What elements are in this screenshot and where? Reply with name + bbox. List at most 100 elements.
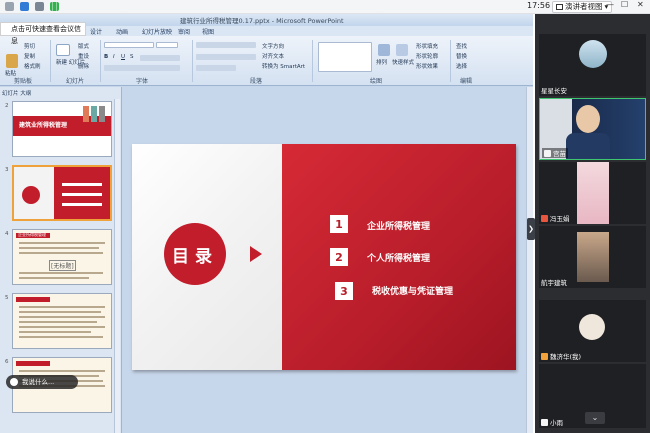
quick-styles-icon[interactable]	[396, 44, 408, 56]
arrow-icon	[250, 246, 262, 262]
shape-outline-button[interactable]: 形状轮廓	[416, 52, 438, 60]
bold-button[interactable]: B	[104, 54, 108, 60]
align-tools[interactable]	[196, 54, 256, 60]
tab-review[interactable]: 审阅	[178, 27, 190, 36]
uniform	[566, 133, 610, 159]
tab-design[interactable]: 设计	[90, 27, 102, 36]
group-clipboard-label: 剪贴板	[14, 78, 33, 85]
menu-icon[interactable]	[5, 2, 14, 11]
avatar	[579, 314, 605, 340]
chevron-down-icon[interactable]: ⌄	[585, 412, 605, 424]
canvas-scrollbar[interactable]	[526, 87, 533, 433]
participant-label: 宫苗	[542, 148, 568, 158]
grid-icon	[556, 4, 563, 10]
arrange-icon[interactable]	[378, 44, 390, 56]
group-editing-label: 编辑	[460, 78, 473, 85]
text-direction-button[interactable]: 文字方向	[262, 42, 284, 50]
thumb-text-line	[19, 252, 103, 254]
shield-icon[interactable]	[20, 2, 29, 11]
delete-button[interactable]: 删除	[78, 62, 89, 70]
new-slide-icon[interactable]	[56, 44, 70, 56]
participant-name: 冯玉娟	[550, 215, 570, 223]
paste-icon[interactable]	[6, 54, 18, 68]
replace-button[interactable]: 替换	[456, 52, 467, 60]
video-tile-active[interactable]: 宫苗	[539, 98, 646, 160]
font-name-select[interactable]	[104, 42, 154, 48]
thumb-line	[62, 183, 102, 186]
thumb-circle	[22, 186, 40, 204]
ribbon-separator	[50, 40, 51, 82]
video-tile[interactable]: 航宇建筑	[539, 226, 646, 288]
tab-slideshow[interactable]: 幻灯片放映	[142, 27, 172, 36]
group-font-label: 字体	[136, 78, 149, 85]
ribbon-separator	[312, 40, 313, 82]
font-color-tools[interactable]	[104, 65, 180, 71]
font-tools[interactable]	[140, 55, 180, 61]
thumb-text-line	[19, 277, 89, 279]
reset-button[interactable]: 重设	[78, 52, 89, 60]
shadow-button[interactable]: S	[130, 54, 134, 60]
ribbon-separator	[450, 40, 451, 82]
ppt-title: 建筑行业所得税管理0.17.pptx - Microsoft PowerPoin…	[180, 17, 344, 25]
font-size-select[interactable]	[156, 42, 178, 48]
spacing-tools[interactable]	[196, 65, 236, 71]
signal-icon	[50, 2, 59, 11]
copy-button[interactable]: 复制	[24, 52, 35, 60]
shapes-gallery[interactable]	[318, 42, 372, 72]
participant-name: 小雨	[550, 419, 563, 427]
tab-animation[interactable]: 动画	[116, 27, 128, 36]
video-tile[interactable]: 冯玉娟	[539, 162, 646, 224]
cut-button[interactable]: 剪切	[24, 42, 35, 50]
participant-label: 小雨	[541, 417, 563, 427]
ribbon-separator	[100, 40, 101, 82]
shape-fill-button[interactable]: 形状填充	[416, 42, 438, 50]
minimize-button[interactable]: —	[606, 0, 614, 9]
thumb-heading	[16, 297, 50, 302]
find-button[interactable]: 查找	[456, 42, 467, 50]
close-button[interactable]: ✕	[637, 0, 644, 9]
participant-label: 魏济华(我)	[541, 351, 581, 361]
group-slides-label: 幻灯片	[66, 78, 85, 85]
thumb-line	[62, 193, 102, 196]
smartart-button[interactable]: 转换为 SmartArt	[262, 62, 305, 70]
thumb-text-line	[19, 242, 105, 244]
select-button[interactable]: 选择	[456, 62, 467, 70]
mic-muted-icon	[541, 214, 548, 222]
contents-circle: 目录	[164, 223, 226, 285]
thumb-text-line	[19, 316, 105, 318]
shape-effects-button[interactable]: 形状效果	[416, 62, 438, 70]
thumbnail-slide-3[interactable]	[12, 165, 112, 221]
format-painter-button[interactable]: 格式刷	[24, 62, 41, 70]
video-tile[interactable]: 星星长安	[539, 34, 646, 96]
clock-label: 17:56	[527, 1, 551, 10]
participant-name: 星星长安	[541, 87, 567, 95]
participant-name: 航宇建筑	[541, 279, 567, 287]
toc-item-3: 税收优惠与凭证管理	[372, 287, 454, 297]
list-tools[interactable]	[196, 42, 256, 48]
underline-button[interactable]: U	[121, 54, 125, 60]
align-text-button[interactable]: 对齐文本	[262, 52, 284, 60]
thumb-title: 企业所得税管理	[18, 232, 46, 237]
quick-styles-button[interactable]: 快速样式	[392, 58, 414, 66]
layout-button[interactable]: 版式	[78, 42, 89, 50]
thumbnail-slide-4[interactable]: 企业所得税管理 [无标题]	[12, 229, 112, 285]
thumb-title: 建筑业所得税管理	[19, 122, 68, 129]
tab-view[interactable]: 视图	[202, 27, 214, 36]
arrange-button[interactable]: 排列	[376, 58, 387, 66]
panel-tabs[interactable]: 幻灯片 大纲	[2, 89, 31, 97]
expand-sidebar-button[interactable]: ❯	[527, 218, 535, 240]
italic-button[interactable]: I	[113, 54, 115, 60]
toc-item-1: 企业所得税管理	[367, 222, 431, 232]
thumbnail-scrollbar[interactable]	[114, 99, 120, 433]
video-feed	[577, 232, 609, 282]
meeting-info-banner[interactable]: 点击可快速查看会议信息	[0, 22, 86, 45]
maximize-button[interactable]: ☐	[621, 0, 628, 9]
thumbnail-slide-5[interactable]	[12, 293, 112, 349]
info-icon[interactable]	[35, 2, 44, 11]
thumb-number: 6	[5, 359, 9, 365]
participant-label: 星星长安	[541, 85, 567, 95]
thumb-text-line	[19, 311, 101, 313]
thumbnail-slide-2[interactable]: 建筑业所得税管理	[12, 101, 112, 157]
video-tile[interactable]: 魏济华(我)	[539, 300, 646, 362]
speaker-view-button[interactable]: 演讲者视图 ▾	[552, 1, 613, 13]
